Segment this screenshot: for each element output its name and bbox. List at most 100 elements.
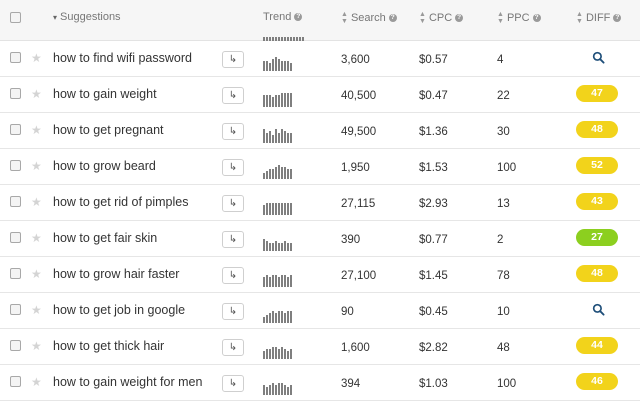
trend-bar	[269, 385, 271, 395]
row-checkbox[interactable]	[10, 160, 21, 171]
trend-bar	[269, 131, 271, 143]
trend-bar	[263, 351, 265, 359]
copy-keyword-button[interactable]: ↳	[222, 267, 244, 284]
copy-keyword-button[interactable]: ↳	[222, 159, 244, 176]
row-checkbox[interactable]	[10, 340, 21, 351]
help-icon[interactable]: ?	[532, 14, 541, 22]
star-icon[interactable]: ★	[31, 88, 42, 100]
keyword-text[interactable]: how to get pregnant	[53, 123, 164, 137]
trend-bar	[266, 95, 268, 107]
trend-bar	[266, 275, 268, 287]
keyword-text[interactable]: how to grow beard	[53, 159, 156, 173]
difficulty-badge: 27	[576, 229, 618, 246]
star-icon[interactable]: ★	[31, 376, 42, 388]
trend-bar	[269, 243, 271, 251]
table-header: ▾ Suggestions Trend ? ▲ ▼ Search ? ▲ ▼ CPC…	[0, 0, 640, 41]
star-icon[interactable]: ★	[31, 52, 42, 64]
keyword-text[interactable]: how to get fair skin	[53, 231, 157, 245]
trend-bar	[290, 311, 292, 323]
copy-keyword-button[interactable]: ↳	[222, 195, 244, 212]
trend-bar	[284, 275, 286, 287]
row-checkbox[interactable]	[10, 52, 21, 63]
trend-bar	[281, 275, 283, 287]
difficulty-badge: 48	[576, 265, 618, 282]
help-icon[interactable]: ?	[294, 13, 303, 21]
star-icon[interactable]: ★	[31, 124, 42, 136]
trend-bar	[275, 129, 277, 143]
ppc-value: 100	[497, 378, 517, 390]
trend-bar	[284, 241, 286, 251]
row-checkbox[interactable]	[10, 268, 21, 279]
trend-bar	[287, 169, 289, 179]
star-icon[interactable]: ★	[31, 160, 42, 172]
trend-bar	[287, 133, 289, 143]
trend-bar	[284, 167, 286, 179]
row-checkbox[interactable]	[10, 232, 21, 243]
row-checkbox[interactable]	[10, 196, 21, 207]
ppc-column-header[interactable]: ▲ ▼ PPC ?	[497, 11, 541, 25]
help-icon[interactable]: ?	[455, 14, 464, 22]
trend-bar	[278, 243, 280, 251]
trend-bar	[284, 349, 286, 359]
row-checkbox[interactable]	[10, 88, 21, 99]
search-volume: 1,600	[341, 342, 370, 354]
trend-bar	[275, 275, 277, 287]
copy-keyword-button[interactable]: ↳	[222, 231, 244, 248]
return-arrow-icon: ↳	[228, 198, 238, 209]
star-icon[interactable]: ★	[31, 268, 42, 280]
copy-keyword-button[interactable]: ↳	[222, 339, 244, 356]
star-icon[interactable]: ★	[31, 232, 42, 244]
select-all-checkbox[interactable]	[10, 12, 21, 23]
diff-column-header[interactable]: ▲ ▼ DIFF ?	[576, 11, 622, 25]
star-icon[interactable]: ★	[31, 196, 42, 208]
table-row: ★ how to get fair skin ↳ 390 $0.77 2 27	[0, 221, 640, 257]
trend-bar	[278, 311, 280, 323]
trend-bar	[269, 349, 271, 359]
row-checkbox[interactable]	[10, 124, 21, 135]
search-icon[interactable]	[592, 51, 605, 64]
keyword-text[interactable]: how to grow hair faster	[53, 267, 179, 281]
copy-keyword-button[interactable]: ↳	[222, 303, 244, 320]
help-icon[interactable]: ?	[388, 14, 397, 22]
keyword-text[interactable]: how to get job in google	[53, 303, 185, 317]
copy-keyword-button[interactable]: ↳	[222, 375, 244, 392]
cpc-column-header[interactable]: ▲ ▼ CPC ?	[419, 11, 464, 25]
help-icon[interactable]: ?	[613, 14, 622, 22]
ppc-value: 48	[497, 342, 510, 354]
trend-bar	[290, 385, 292, 395]
row-checkbox[interactable]	[10, 304, 21, 315]
suggestions-header-label: Suggestions	[60, 11, 121, 23]
trend-bar	[278, 133, 280, 143]
sort-icon: ▲ ▼	[419, 11, 426, 25]
copy-keyword-button[interactable]: ↳	[222, 87, 244, 104]
keyword-text[interactable]: how to gain weight	[53, 87, 157, 101]
table-row: ★ how to get rid of pimples ↳ 27,115 $2.93 13…	[0, 185, 640, 221]
search-icon[interactable]	[592, 303, 605, 316]
trend-bar	[263, 205, 265, 215]
trend-bar	[266, 241, 268, 251]
trend-bar	[266, 315, 268, 323]
trend-bar	[278, 95, 280, 107]
keyword-text[interactable]: how to get thick hair	[53, 339, 164, 353]
copy-keyword-button[interactable]: ↳	[222, 123, 244, 140]
star-icon[interactable]: ★	[31, 340, 42, 352]
return-arrow-icon: ↳	[228, 54, 238, 65]
keyword-text[interactable]: how to gain weight for men	[53, 375, 202, 389]
ppc-value: 2	[497, 234, 504, 246]
search-header-label: Search	[350, 12, 386, 24]
trend-bar	[272, 59, 274, 71]
copy-keyword-button[interactable]: ↳	[222, 51, 244, 68]
keyword-text[interactable]: how to get rid of pimples	[53, 195, 189, 209]
cpc-value: $1.36	[419, 126, 448, 138]
trend-bar	[290, 169, 292, 179]
trend-bar	[269, 277, 271, 287]
search-volume: 1,950	[341, 162, 370, 174]
trend-sparkline	[263, 57, 307, 71]
trend-bar	[275, 241, 277, 251]
keyword-text[interactable]: how to find wifi password	[53, 51, 192, 65]
suggestions-column-header[interactable]: ▾ Suggestions	[53, 11, 121, 23]
search-column-header[interactable]: ▲ ▼ Search ?	[341, 11, 397, 25]
sort-icon: ▲ ▼	[576, 11, 583, 25]
row-checkbox[interactable]	[10, 376, 21, 387]
star-icon[interactable]: ★	[31, 304, 42, 316]
